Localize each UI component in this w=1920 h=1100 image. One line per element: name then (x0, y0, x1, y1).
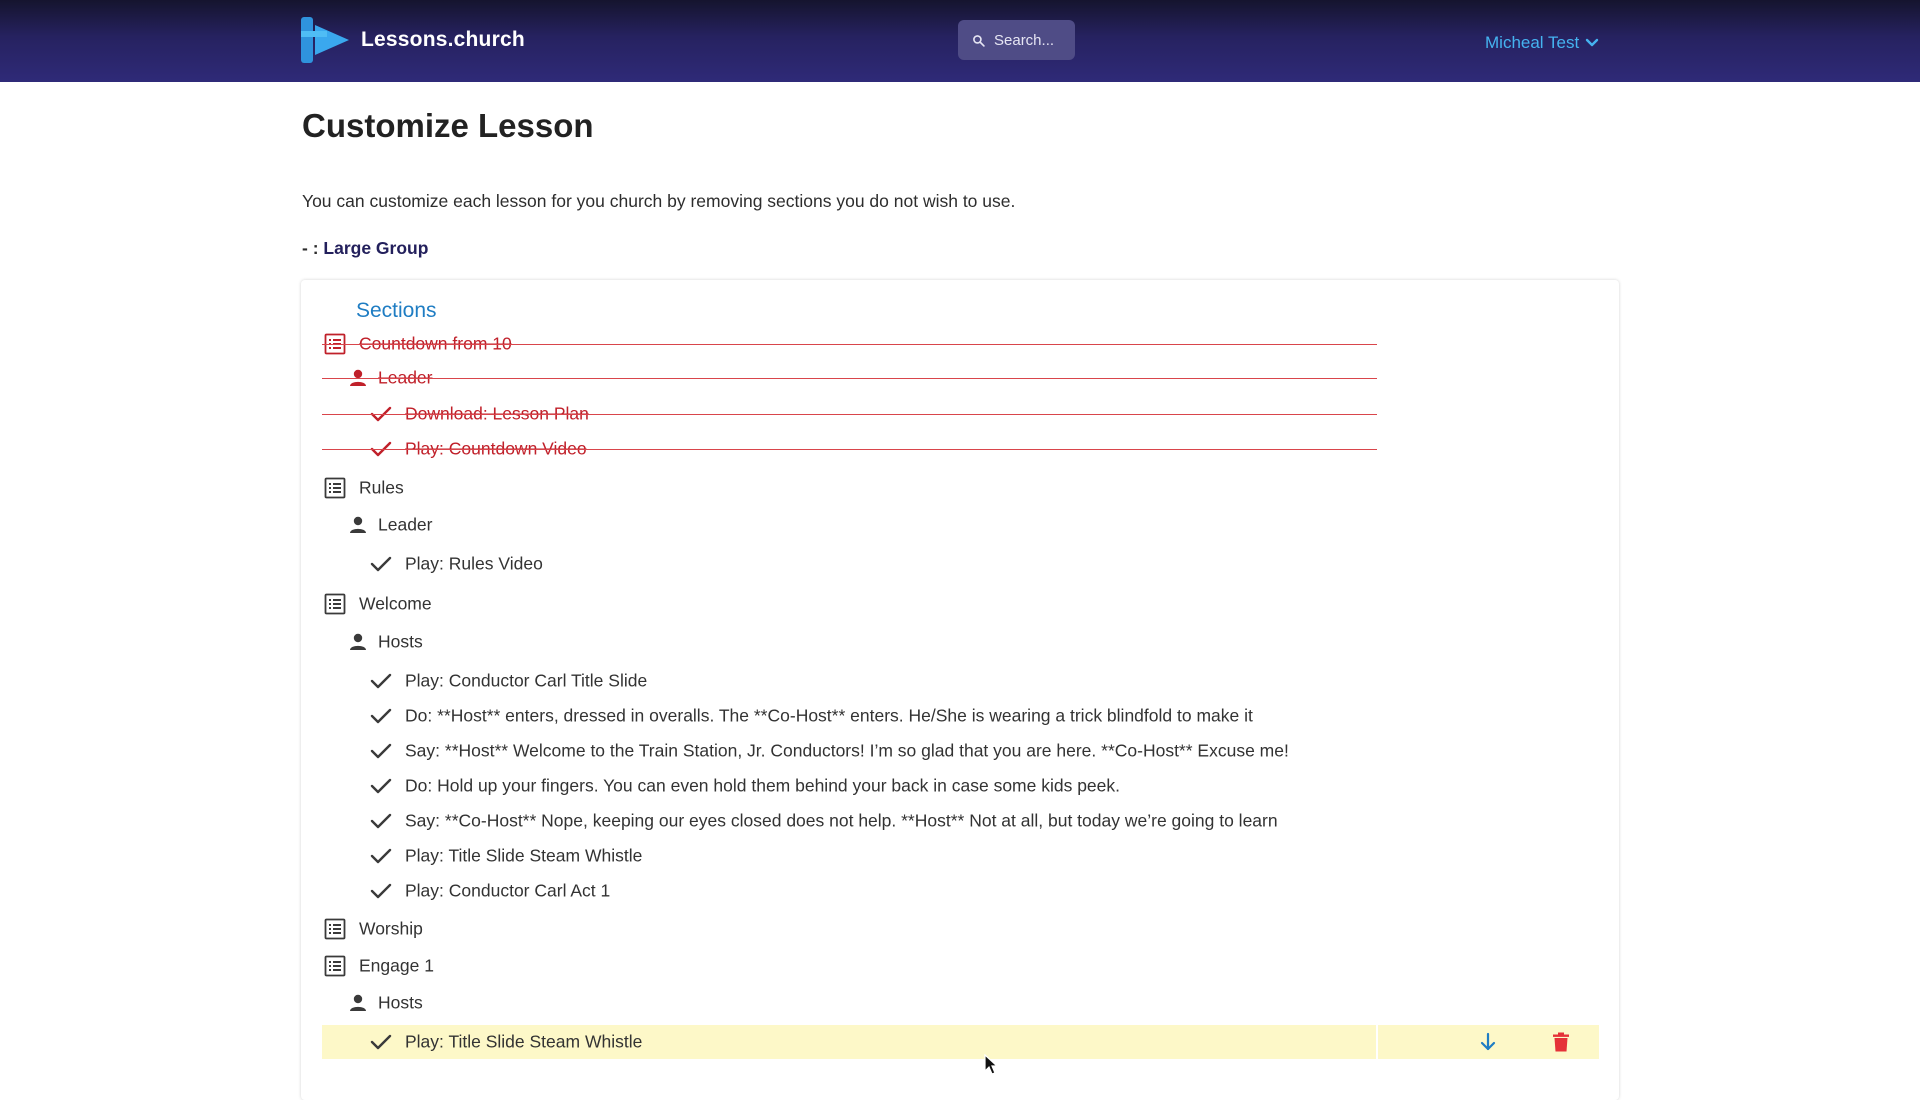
user-name: Micheal Test (1485, 33, 1580, 52)
person-icon (350, 994, 366, 1011)
role-label: Leader (378, 514, 433, 535)
check-icon (370, 708, 392, 724)
search-input[interactable]: Search... (958, 20, 1075, 60)
section-label: Welcome (359, 593, 432, 614)
action-row[interactable]: Say: **Co-Host** Nope, keeping our eyes … (322, 804, 1377, 838)
list-alt-icon (324, 477, 346, 499)
section-row[interactable]: Rules (322, 471, 1377, 505)
sections-heading: Sections (356, 299, 437, 322)
action-row[interactable]: Play: Conductor Carl Act 1 (322, 874, 1377, 908)
action-row[interactable]: Download: Lesson Plan (322, 397, 1377, 431)
person-icon (350, 369, 366, 386)
row-divider (1376, 1025, 1378, 1059)
action-label: Play: Title Slide Steam Whistle (405, 845, 643, 866)
list-alt-icon (324, 593, 346, 615)
section-label: Worship (359, 918, 423, 939)
brand-logo[interactable]: Lessons.church (301, 17, 525, 63)
action-label: Play: Rules Video (405, 553, 543, 574)
group-prefix: - : (302, 238, 324, 258)
action-row[interactable]: Play: Rules Video (322, 547, 1377, 581)
list-alt-icon (324, 918, 346, 940)
action-label: Play: Countdown Video (405, 438, 587, 459)
page-title: Customize Lesson (302, 107, 594, 144)
role-label: Hosts (378, 992, 423, 1013)
chevron-down-icon (1585, 38, 1599, 47)
list-alt-icon (324, 955, 346, 977)
check-icon (370, 883, 392, 899)
check-icon (370, 813, 392, 829)
check-icon (370, 1034, 392, 1050)
mouse-cursor-icon (984, 1054, 999, 1075)
action-row[interactable]: Say: **Host** Welcome to the Train Stati… (322, 734, 1377, 768)
action-row[interactable]: Do: **Host** enters, dressed in overalls… (322, 699, 1377, 733)
action-label: Do: Hold up your fingers. You can even h… (405, 775, 1121, 796)
section-label: Countdown from 10 (359, 333, 512, 354)
brand-name: Lessons.church (361, 28, 525, 51)
role-row[interactable]: Hosts (322, 986, 1377, 1020)
role-label: Leader (378, 367, 433, 388)
action-label: Play: Conductor Carl Act 1 (405, 880, 611, 901)
section-label: Rules (359, 477, 404, 498)
section-row[interactable]: Worship (322, 912, 1377, 946)
page-description: You can customize each lesson for you ch… (302, 191, 1016, 211)
section-row[interactable]: Welcome (322, 587, 1377, 621)
action-label: Play: Title Slide Steam Whistle (405, 1031, 643, 1052)
trash-icon[interactable] (1552, 1032, 1570, 1052)
action-row[interactable]: Play: Title Slide Steam Whistle (322, 839, 1377, 873)
search-placeholder: Search... (994, 31, 1055, 49)
check-icon (370, 406, 392, 422)
action-row[interactable]: Do: Hold up your fingers. You can even h… (322, 769, 1377, 803)
check-icon (370, 556, 392, 572)
action-label: Do: **Host** enters, dressed in overalls… (405, 705, 1253, 726)
person-icon (350, 633, 366, 650)
check-icon (370, 848, 392, 864)
section-label: Engage 1 (359, 955, 434, 976)
check-icon (370, 441, 392, 457)
top-navbar: Lessons.church Search... Micheal Test (0, 0, 1920, 82)
action-label: Play: Conductor Carl Title Slide (405, 670, 648, 691)
list-alt-icon (324, 333, 346, 355)
section-row[interactable]: Engage 1 (322, 949, 1377, 983)
user-menu-button[interactable]: Micheal Test (1485, 33, 1599, 53)
arrow-down-icon[interactable] (1478, 1032, 1498, 1052)
group-name: Large Group (323, 238, 429, 258)
search-icon (973, 34, 985, 47)
action-label: Download: Lesson Plan (405, 403, 589, 424)
action-row[interactable]: Play: Countdown Video (322, 432, 1377, 466)
section-row[interactable]: Countdown from 10 (322, 327, 1377, 361)
action-row[interactable]: Play: Title Slide Steam Whistle (322, 1025, 1599, 1059)
role-row[interactable]: Leader (322, 508, 1377, 542)
role-label: Hosts (378, 631, 423, 652)
action-label: Say: **Co-Host** Nope, keeping our eyes … (405, 810, 1278, 831)
check-icon (370, 673, 392, 689)
check-icon (370, 743, 392, 759)
check-icon (370, 778, 392, 794)
lessons-church-logo-icon (301, 17, 349, 63)
role-row[interactable]: Hosts (322, 625, 1377, 659)
action-row[interactable]: Play: Conductor Carl Title Slide (322, 664, 1377, 698)
action-label: Say: **Host** Welcome to the Train Stati… (405, 740, 1289, 761)
person-icon (350, 516, 366, 533)
group-label: - : Large Group (302, 238, 428, 259)
role-row[interactable]: Leader (322, 361, 1377, 395)
